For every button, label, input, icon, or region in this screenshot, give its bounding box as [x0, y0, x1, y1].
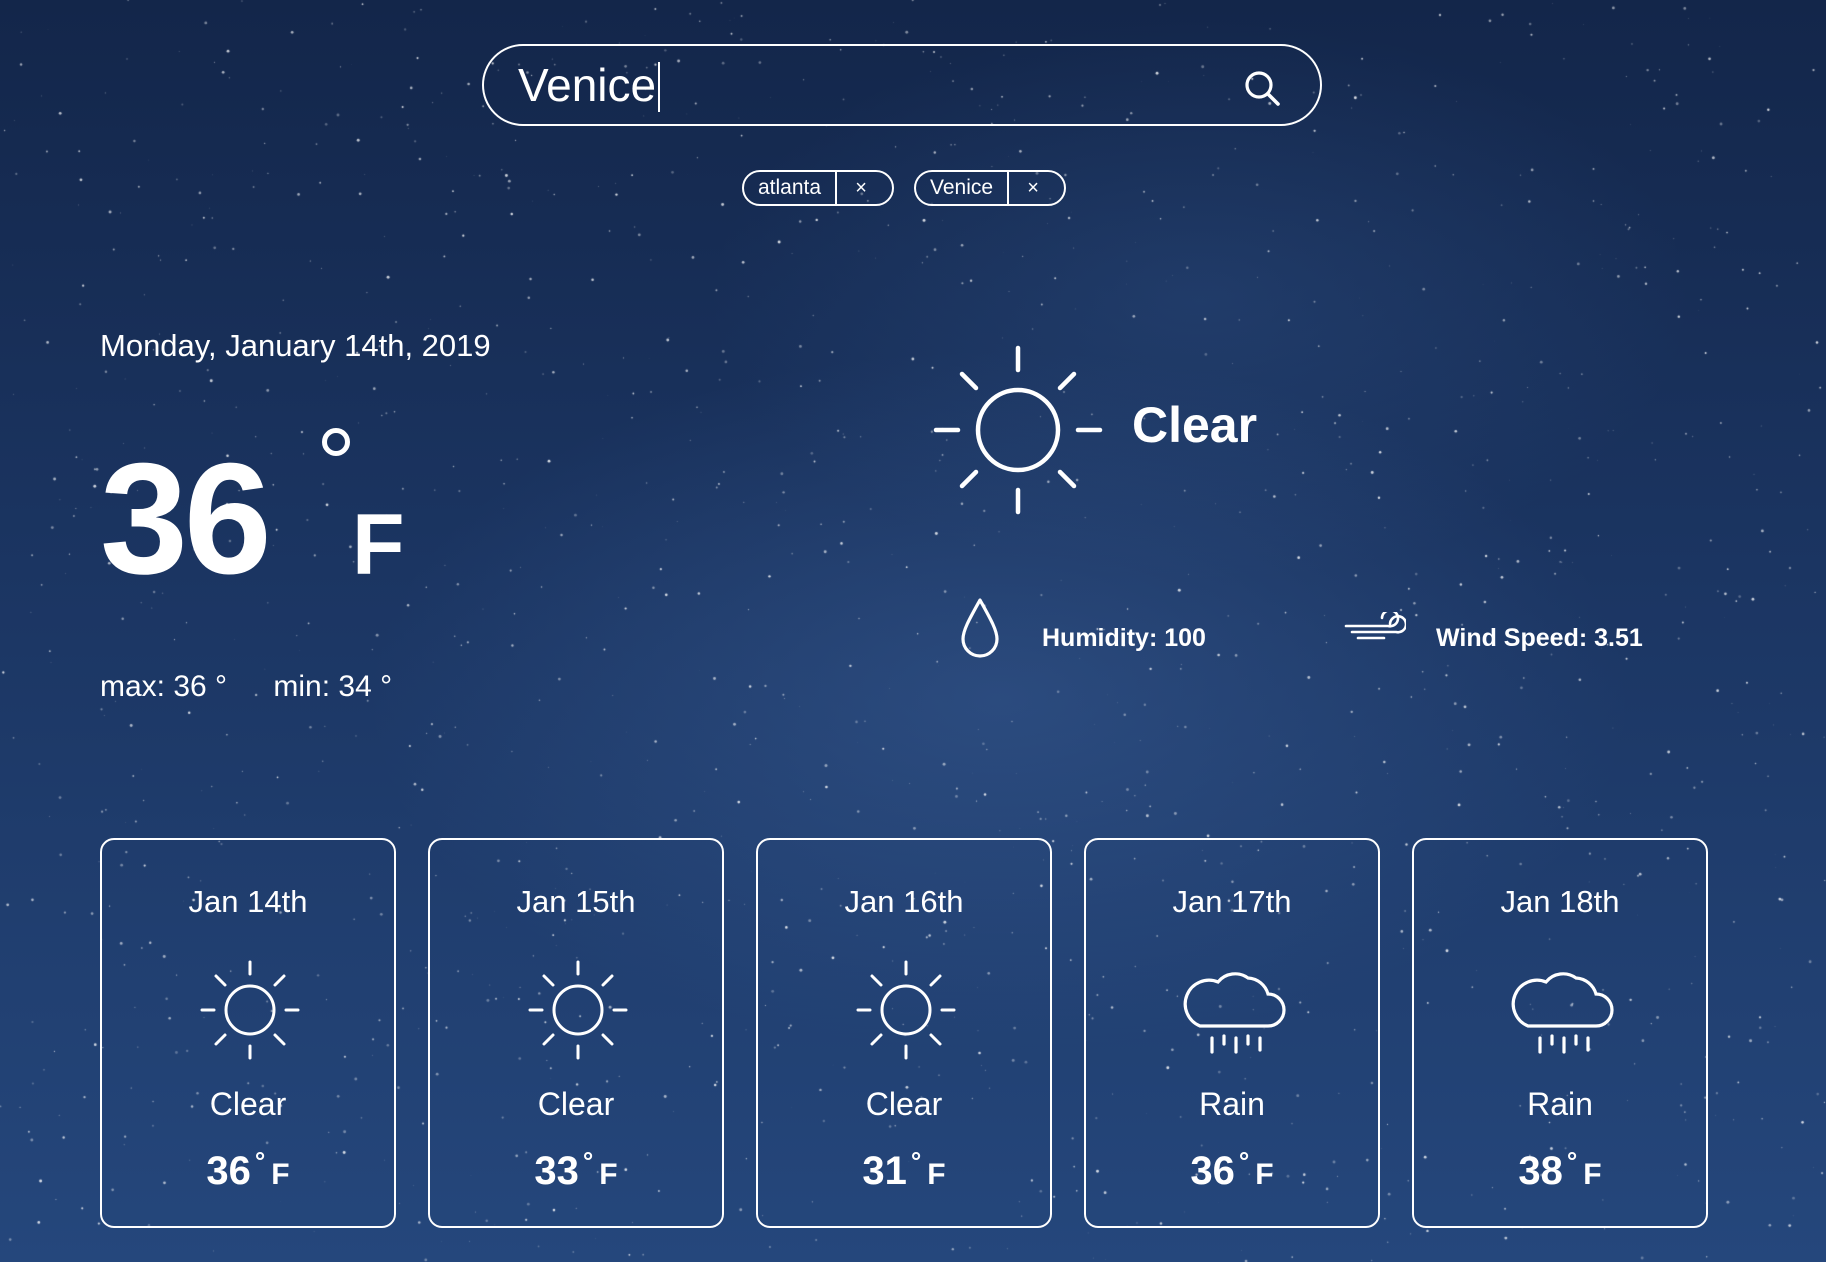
search-input[interactable]	[518, 56, 1198, 114]
forecast-temp: 33 ° F	[534, 1146, 618, 1193]
forecast-condition: Rain	[1527, 1086, 1593, 1122]
recent-searches: atlanta × Venice ×	[0, 170, 1826, 206]
wind-speed-value: Wind Speed: 3.51	[1436, 624, 1643, 652]
degree-symbol	[322, 428, 350, 456]
chip-label[interactable]: atlanta	[744, 172, 835, 204]
forecast-date: Jan 18th	[1500, 884, 1620, 919]
current-date: Monday, January 14th, 2019	[100, 328, 491, 363]
forecast-date: Jan 15th	[516, 884, 636, 919]
forecast-date: Jan 17th	[1172, 884, 1292, 919]
forecast-card[interactable]: Jan 16th Clear 31 ° F	[756, 838, 1052, 1228]
forecast-card[interactable]: Jan 14th Clear 36 ° F	[100, 838, 396, 1228]
rain-cloud-icon	[1510, 958, 1614, 1062]
forecast-condition: Clear	[865, 1086, 943, 1122]
forecast-temp: 31 ° F	[862, 1146, 946, 1193]
forecast-temp: 36 ° F	[206, 1146, 290, 1193]
rain-cloud-icon	[1182, 958, 1286, 1062]
max-min-temps: max: 36 ° min: 34 °	[100, 670, 392, 704]
sun-icon	[854, 958, 958, 1062]
sun-icon	[933, 345, 1103, 515]
temperature-unit: F	[352, 497, 405, 593]
close-icon[interactable]: ×	[835, 172, 885, 204]
current-temperature: 36	[100, 431, 272, 607]
forecast-card[interactable]: Jan 18th Rain 38 ° F	[1412, 838, 1708, 1228]
forecast-card[interactable]: Jan 17th Rain 36 ° F	[1084, 838, 1380, 1228]
recent-chip-atlanta[interactable]: atlanta ×	[742, 170, 894, 206]
forecast-temp: 38 ° F	[1518, 1146, 1602, 1193]
forecast-condition: Clear	[537, 1086, 615, 1122]
search-bar	[482, 44, 1322, 126]
wind-icon	[1344, 612, 1406, 640]
min-temp: min: 34 °	[273, 670, 393, 703]
forecast-date: Jan 16th	[844, 884, 964, 919]
close-icon[interactable]: ×	[1007, 172, 1057, 204]
search-icon[interactable]	[1242, 68, 1282, 108]
forecast-condition: Clear	[209, 1086, 287, 1122]
current-condition: Clear	[1132, 397, 1258, 453]
recent-chip-venice[interactable]: Venice ×	[914, 170, 1066, 206]
forecast-date: Jan 14th	[188, 884, 308, 919]
sun-icon	[198, 958, 302, 1062]
forecast-card[interactable]: Jan 15th Clear 33 ° F	[428, 838, 724, 1228]
max-temp: max: 36 °	[100, 670, 228, 703]
chip-label[interactable]: Venice	[916, 172, 1007, 204]
humidity-drop-icon	[961, 598, 999, 658]
humidity-value: Humidity: 100	[1042, 624, 1206, 652]
forecast-condition: Rain	[1199, 1086, 1265, 1122]
sun-icon	[526, 958, 630, 1062]
text-caret	[658, 62, 660, 112]
forecast-temp: 36 ° F	[1190, 1146, 1274, 1193]
